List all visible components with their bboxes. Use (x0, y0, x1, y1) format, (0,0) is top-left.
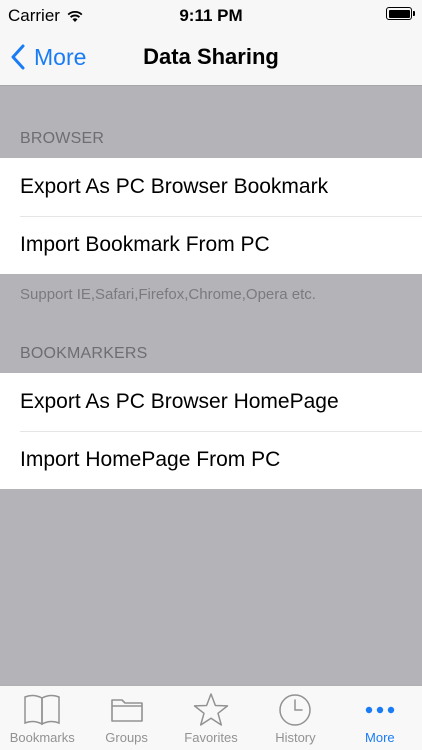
tab-bookmarks[interactable]: Bookmarks (0, 686, 84, 750)
page-title: Data Sharing (143, 44, 279, 69)
tab-label: History (275, 730, 316, 745)
navigation-bar: More Data Sharing (0, 30, 422, 86)
clock-icon (279, 694, 312, 726)
tab-favorites[interactable]: Favorites (169, 686, 253, 750)
tab-more[interactable]: More (338, 686, 422, 750)
group-browser: Export As PC Browser Bookmark Import Boo… (0, 158, 422, 274)
tab-label: Favorites (184, 730, 238, 745)
status-bar: Carrier 9:11 PM (0, 0, 422, 30)
tab-label: Groups (105, 730, 148, 745)
import-bookmark-row[interactable]: Import Bookmark From PC (0, 216, 422, 274)
folder-icon (110, 699, 143, 722)
status-time: 9:11 PM (179, 6, 243, 25)
battery-icon (386, 7, 415, 20)
tab-groups[interactable]: Groups (84, 686, 168, 750)
section-footer-browser: Support IE,Safari,Firefox,Chrome,Opera e… (20, 286, 316, 303)
group-bookmarkers: Export As PC Browser HomePage Import Hom… (0, 373, 422, 489)
more-dots-icon (365, 706, 395, 714)
tab-label: More (365, 730, 395, 745)
tab-label: Bookmarks (9, 730, 75, 745)
section-header-bookmarkers: BOOKMARKERS (20, 345, 148, 362)
section-header-browser: BROWSER (20, 130, 105, 147)
export-homepage-row[interactable]: Export As PC Browser HomePage (0, 373, 422, 431)
import-homepage-row[interactable]: Import HomePage From PC (0, 431, 422, 489)
tab-history[interactable]: History (253, 686, 337, 750)
tab-bar: Bookmarks Groups Favorites History More (0, 685, 422, 750)
star-icon (193, 693, 229, 726)
book-icon (24, 694, 60, 726)
export-bookmark-row[interactable]: Export As PC Browser Bookmark (0, 158, 422, 216)
